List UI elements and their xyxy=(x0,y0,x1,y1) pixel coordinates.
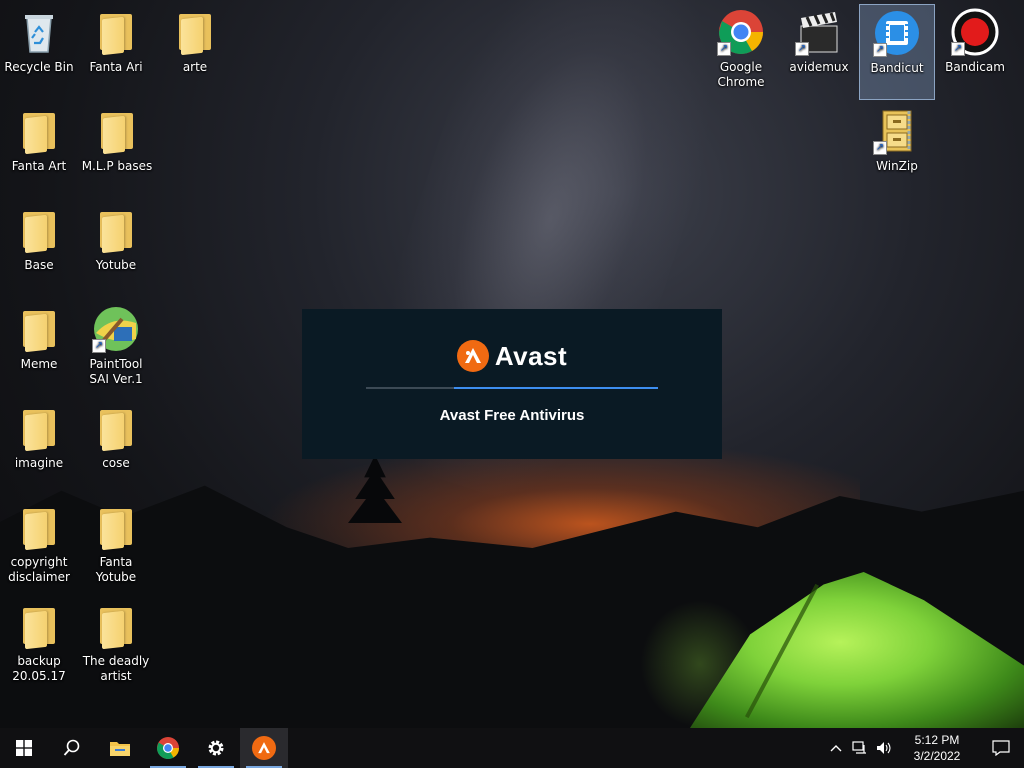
desktop-icon-recycle-bin[interactable]: Recycle Bin xyxy=(1,4,77,100)
desktop-icon-fanta-ari[interactable]: Fanta Ari xyxy=(78,4,154,100)
desktop-icon-label: Recycle Bin xyxy=(4,60,74,74)
taskbar-settings[interactable] xyxy=(192,728,240,768)
system-tray: 5:12 PM 3/2/2022 xyxy=(824,728,1024,768)
shortcut-arrow-icon: ↗ xyxy=(951,42,965,56)
desktop-icon-label: backup 20.05.17 xyxy=(12,654,66,683)
desktop-icon-label: PaintTool SAI Ver.1 xyxy=(89,357,143,386)
desktop-icon-label: arte xyxy=(182,60,208,74)
desktop-icon-label: Bandicam xyxy=(945,60,1005,74)
folder-icon xyxy=(15,503,63,551)
recycle-bin-icon xyxy=(15,8,63,56)
start-button[interactable] xyxy=(0,728,48,768)
taskbar-chrome[interactable] xyxy=(144,728,192,768)
shortcut-arrow-icon: ↗ xyxy=(92,339,106,353)
show-hidden-icons-chevron-up-icon[interactable] xyxy=(824,728,848,768)
settings-gear-icon xyxy=(208,740,224,756)
avast-brand: Avast xyxy=(302,339,722,373)
desktop-icon-label: copyright disclaimer xyxy=(8,555,70,584)
bandicut-icon: ↗ xyxy=(873,9,921,57)
clock-time: 5:12 PM xyxy=(914,733,960,747)
desktop-icon-label: Base xyxy=(24,258,54,272)
folder-icon xyxy=(15,107,63,155)
desktop-icon-label: The deadly artist xyxy=(82,654,150,683)
desktop-icon-avidemux[interactable]: ↗ avidemux xyxy=(781,4,857,100)
desktop-icon-backup[interactable]: backup 20.05.17 xyxy=(1,598,77,694)
avast-icon xyxy=(252,736,276,760)
search-button[interactable] xyxy=(48,728,96,768)
folder-icon xyxy=(92,602,140,650)
folder-icon xyxy=(15,404,63,452)
avast-splash-window: Avast Avast Free Antivirus xyxy=(302,309,722,459)
taskbar: 5:12 PM 3/2/2022 xyxy=(0,728,1024,768)
folder-icon xyxy=(92,8,140,56)
avast-logo-icon xyxy=(456,340,489,372)
desktop-icon-label: Fanta Ari xyxy=(89,60,143,74)
desktop-icon-label: avidemux xyxy=(789,60,849,74)
desktop-icon-fanta-art[interactable]: Fanta Art xyxy=(1,103,77,199)
desktop-icon-mlp-bases[interactable]: M.L.P bases xyxy=(78,103,156,199)
file-explorer-icon xyxy=(110,742,130,756)
taskbar-avast[interactable] xyxy=(240,728,288,768)
shortcut-arrow-icon: ↗ xyxy=(795,42,809,56)
windows-logo-icon xyxy=(16,740,32,756)
shortcut-arrow-icon: ↗ xyxy=(873,141,887,155)
desktop-icon-label: Fanta Art xyxy=(11,159,67,173)
folder-icon xyxy=(92,206,140,254)
desktop-icon-painttool-sai[interactable]: ↗ PaintTool SAI Ver.1 xyxy=(78,301,154,397)
desktop-icon-google-chrome[interactable]: ↗ Google Chrome xyxy=(703,4,779,100)
search-icon xyxy=(63,739,80,756)
desktop-icon-label: imagine xyxy=(14,456,64,470)
desktop-icon-bandicam[interactable]: ↗ Bandicam xyxy=(937,4,1013,100)
folder-icon xyxy=(93,107,141,155)
folder-icon xyxy=(92,503,140,551)
desktop-icon-label: Bandicut xyxy=(870,61,924,75)
chrome-icon xyxy=(157,737,179,759)
shortcut-arrow-icon: ↗ xyxy=(717,42,731,56)
desktop-icon-fanta-yotube[interactable]: Fanta Yotube xyxy=(78,499,154,595)
product-name: Avast Free Antivirus xyxy=(439,407,585,424)
taskbar-file-explorer[interactable] xyxy=(96,728,144,768)
folder-icon xyxy=(15,602,63,650)
folder-icon xyxy=(15,305,63,353)
folder-icon xyxy=(92,404,140,452)
desktop-icon-base[interactable]: Base xyxy=(1,202,77,298)
desktop-icon-arte[interactable]: arte xyxy=(157,4,233,100)
record-icon: ↗ xyxy=(951,8,999,56)
desktop-icon-label: M.L.P bases xyxy=(81,159,153,173)
desktop-icon-winzip[interactable]: ↗ WinZip xyxy=(859,103,935,199)
loading-progress-fill xyxy=(453,387,658,389)
folder-icon xyxy=(171,8,219,56)
action-center-button[interactable] xyxy=(978,728,1024,768)
chrome-icon: ↗ xyxy=(717,8,765,56)
taskbar-clock[interactable]: 5:12 PM 3/2/2022 xyxy=(896,728,978,768)
desktop-icon-imagine[interactable]: imagine xyxy=(1,400,77,496)
desktop-icon-label: cose xyxy=(102,456,130,470)
shortcut-arrow-icon: ↗ xyxy=(873,43,887,57)
clapperboard-icon: ↗ xyxy=(795,8,843,56)
desktop-icon-label: Google Chrome xyxy=(717,60,765,89)
desktop-icon-label: WinZip xyxy=(876,159,918,173)
clock-date: 3/2/2022 xyxy=(913,749,961,763)
desktop-icon-label: Meme xyxy=(20,357,58,371)
folder-icon xyxy=(15,206,63,254)
desktop-icon-label: Fanta Yotube xyxy=(95,555,137,584)
desktop-icon-bandicut[interactable]: ↗ Bandicut xyxy=(859,4,935,100)
desktop-icon-label: Yotube xyxy=(95,258,137,272)
volume-icon[interactable] xyxy=(872,728,896,768)
avast-brand-name: Avast xyxy=(494,340,568,371)
winzip-icon: ↗ xyxy=(873,107,921,155)
network-icon[interactable] xyxy=(848,728,872,768)
desktop-icon-copyright-disclaimer[interactable]: copyright disclaimer xyxy=(1,499,77,595)
desktop-icon-meme[interactable]: Meme xyxy=(1,301,77,397)
desktop-icon-cose[interactable]: cose xyxy=(78,400,154,496)
desktop-icon-yotube[interactable]: Yotube xyxy=(78,202,154,298)
painttool-sai-icon: ↗ xyxy=(92,305,140,353)
desktop-icon-the-deadly-artist[interactable]: The deadly artist xyxy=(78,598,154,694)
loading-progress-bar xyxy=(366,387,658,389)
notification-icon xyxy=(992,740,1010,756)
